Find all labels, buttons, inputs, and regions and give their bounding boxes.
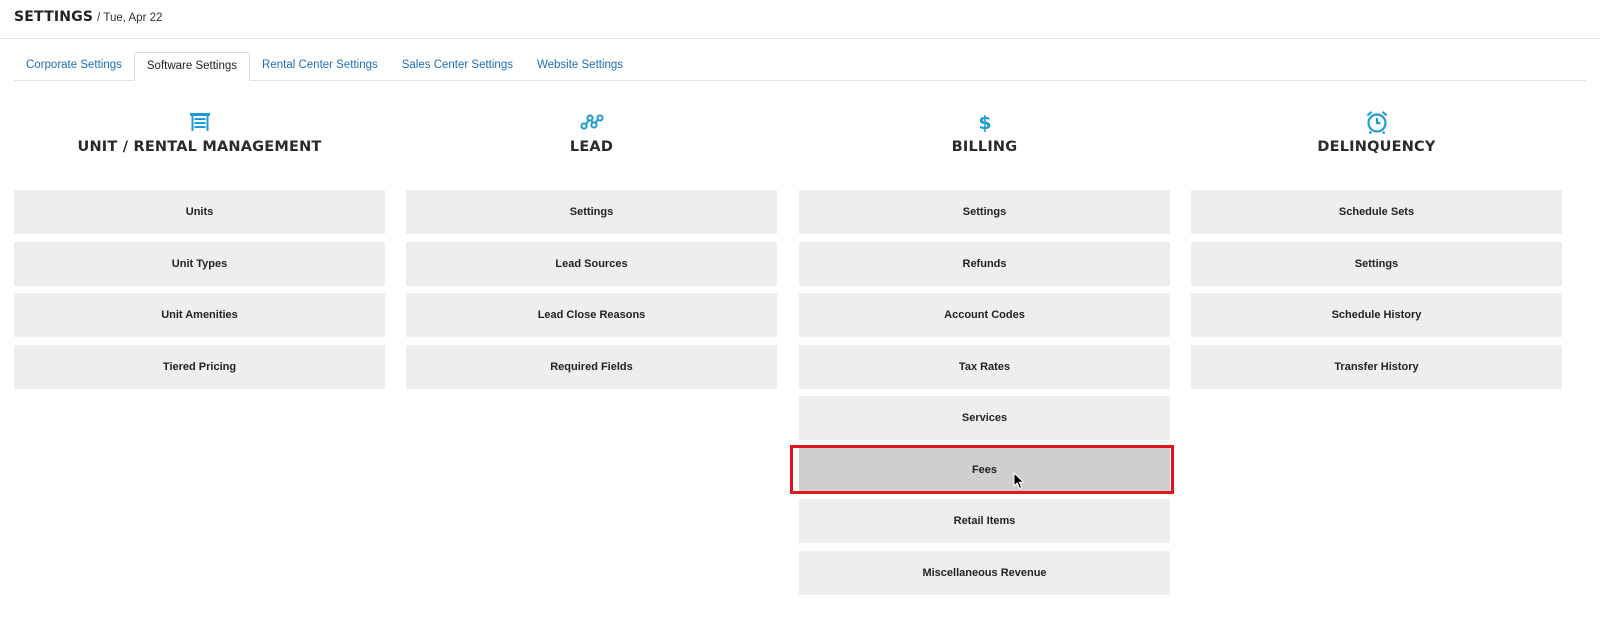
transfer-history-button[interactable]: Transfer History (1191, 344, 1562, 389)
settings-page: SETTINGS / Tue, Apr 22 Corporate Setting… (0, 0, 1600, 630)
tab-software-settings[interactable]: Software Settings (133, 52, 251, 81)
network-nodes-icon (406, 108, 777, 136)
page-header: SETTINGS / Tue, Apr 22 (0, 0, 1600, 39)
svg-text:$: $ (978, 112, 991, 133)
refunds-button[interactable]: Refunds (799, 241, 1170, 286)
miscellaneous-revenue-button[interactable]: Miscellaneous Revenue (799, 550, 1170, 595)
tab-website-settings[interactable]: Website Settings (525, 52, 635, 80)
column-header: UNIT / RENTAL MANAGEMENT (14, 108, 385, 190)
tab-sales-center-settings[interactable]: Sales Center Settings (390, 52, 525, 80)
tab-corporate-settings[interactable]: Corporate Settings (14, 52, 134, 80)
unit-amenities-button[interactable]: Unit Amenities (14, 293, 385, 337)
tab-rental-center-settings[interactable]: Rental Center Settings (250, 52, 390, 80)
lead-close-reasons-button[interactable]: Lead Close Reasons (406, 293, 777, 337)
page-date: / Tue, Apr 22 (97, 12, 163, 24)
delinquency-column: DELINQUENCY Schedule Sets Settings Sched… (1191, 108, 1562, 396)
page-title: SETTINGS (14, 9, 94, 25)
column-header: LEAD (406, 108, 777, 190)
dollar-icon: $ (799, 108, 1170, 136)
column-title: BILLING (951, 139, 1018, 155)
column-title: UNIT / RENTAL MANAGEMENT (77, 139, 322, 155)
settings-tabs: Corporate Settings Software Settings Ren… (14, 52, 1586, 81)
column-title: LEAD (569, 139, 614, 155)
alarm-clock-icon (1191, 108, 1562, 136)
column-header: DELINQUENCY (1191, 108, 1562, 190)
account-codes-button[interactable]: Account Codes (799, 293, 1170, 337)
units-button[interactable]: Units (14, 190, 385, 234)
fees-button[interactable]: Fees (799, 447, 1170, 492)
retail-items-button[interactable]: Retail Items (799, 499, 1170, 543)
lead-column: LEAD Settings Lead Sources Lead Close Re… (406, 108, 777, 396)
garage-door-icon (14, 108, 385, 136)
required-fields-button[interactable]: Required Fields (406, 344, 777, 389)
schedule-sets-button[interactable]: Schedule Sets (1191, 190, 1562, 234)
lead-settings-button[interactable]: Settings (406, 190, 777, 234)
schedule-history-button[interactable]: Schedule History (1191, 293, 1562, 337)
tax-rates-button[interactable]: Tax Rates (799, 344, 1170, 389)
unit-types-button[interactable]: Unit Types (14, 241, 385, 286)
tiered-pricing-button[interactable]: Tiered Pricing (14, 344, 385, 389)
column-title: DELINQUENCY (1317, 139, 1436, 155)
column-header: $ BILLING (799, 108, 1170, 190)
billing-column: $ BILLING Settings Refunds Account Codes… (799, 108, 1170, 602)
unit-rental-management-column: UNIT / RENTAL MANAGEMENT Units Unit Type… (14, 108, 385, 396)
lead-sources-button[interactable]: Lead Sources (406, 241, 777, 286)
delinquency-settings-button[interactable]: Settings (1191, 241, 1562, 286)
services-button[interactable]: Services (799, 396, 1170, 440)
billing-settings-button[interactable]: Settings (799, 190, 1170, 234)
